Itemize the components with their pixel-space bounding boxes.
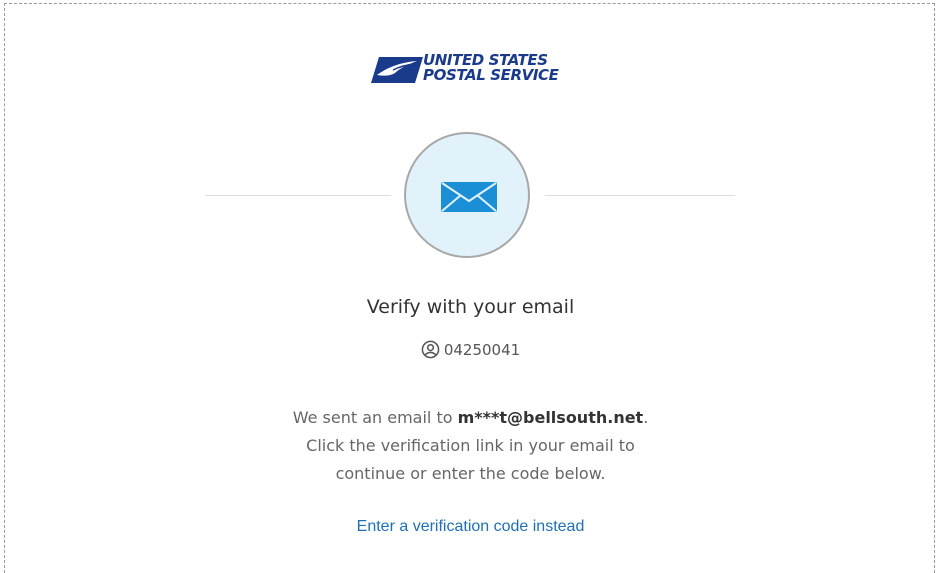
message-line-3: continue or enter the code below. bbox=[335, 464, 606, 483]
user-circle-icon bbox=[421, 340, 440, 359]
mail-icon bbox=[441, 182, 497, 212]
username: 04250041 bbox=[443, 341, 521, 359]
page-title: Verify with your email bbox=[366, 296, 575, 318]
usps-wordmark: UNITED STATES POSTAL SERVICE bbox=[423, 53, 573, 83]
message-line-1: We sent an email to m***t@bellsouth.net. bbox=[0, 404, 941, 432]
mail-icon-circle bbox=[404, 132, 530, 258]
divider-right bbox=[545, 195, 735, 196]
enter-code-link[interactable]: Enter a verification code instead bbox=[0, 518, 941, 536]
message-suffix: . bbox=[643, 408, 649, 427]
usps-logo: UNITED STATES POSTAL SERVICE bbox=[371, 53, 567, 87]
masked-email: m***t@bellsouth.net bbox=[457, 408, 644, 427]
brand-line-2: POSTAL SERVICE bbox=[423, 66, 559, 84]
divider-left bbox=[205, 195, 391, 196]
eagle-logo-icon bbox=[371, 57, 423, 83]
message-line-2: Click the verification link in your emai… bbox=[306, 436, 635, 455]
verification-message: We sent an email to m***t@bellsouth.net.… bbox=[0, 404, 941, 488]
message-prefix: We sent an email to bbox=[292, 408, 458, 427]
username-row: 04250041 bbox=[0, 340, 941, 359]
